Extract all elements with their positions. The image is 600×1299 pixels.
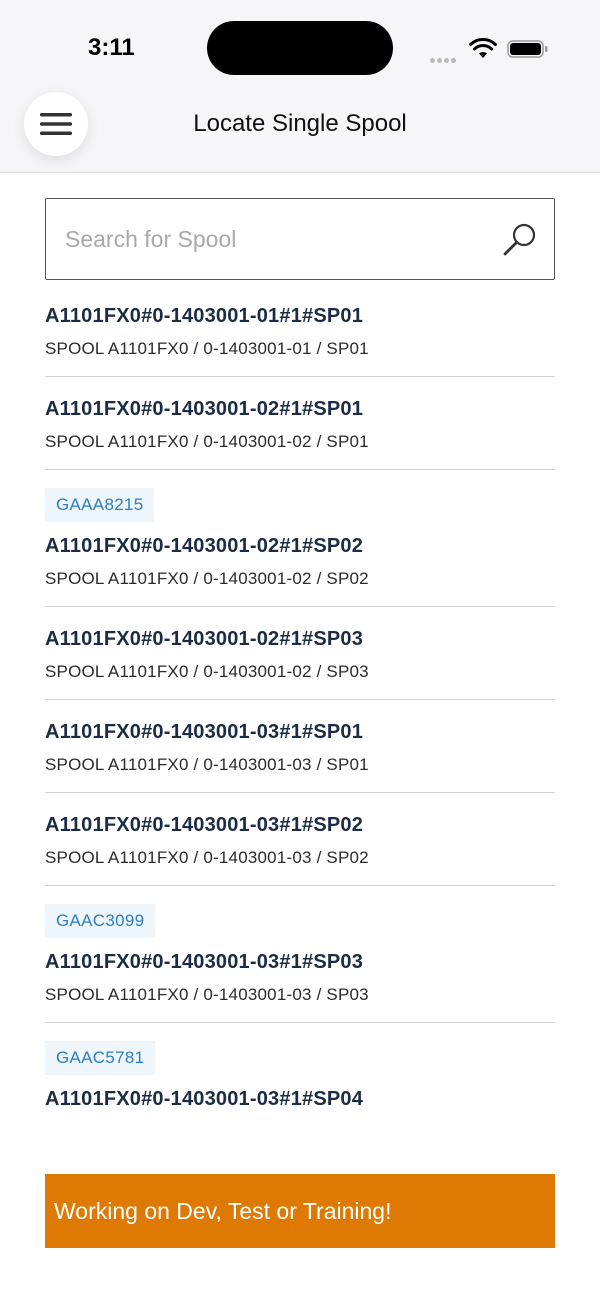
app-header: Locate Single Spool — [0, 90, 600, 173]
spool-list-item[interactable]: A1101FX0#0-1403001-02#1#SP01 SPOOL A1101F… — [45, 377, 555, 470]
spool-id: A1101FX0#0-1403001-03#1#SP01 — [45, 721, 364, 743]
search-input[interactable] — [63, 219, 487, 259]
spool-id: A1101FX0#0-1403001-03#1#SP04 — [45, 1088, 364, 1110]
spool-id: A1101FX0#0-1403001-02#1#SP01 — [45, 398, 364, 420]
spool-list-item[interactable]: A1101FX0#0-1403001-03#1#SP01 SPOOL A1101F… — [45, 700, 555, 793]
spool-list-item[interactable]: A1101FX0#0-1403001-03#1#SP02 SPOOL A1101F… — [45, 793, 555, 886]
page-title: Locate Single Spool — [193, 110, 407, 137]
spool-description: SPOOL A1101FX0 / 0-1403001-02 / SP03 — [45, 662, 369, 681]
spool-description: SPOOL A1101FX0 / 0-1403001-03 / SP01 — [45, 755, 369, 774]
spool-tag-badge: GAAC5781 — [45, 1041, 156, 1075]
spool-description: SPOOL A1101FX0 / 0-1403001-03 / SP02 — [45, 848, 369, 867]
status-time: 3:11 — [88, 34, 135, 61]
spool-list: A1101FX0#0-1403001-01#1#SP01 SPOOL A1101F… — [45, 284, 555, 1129]
spool-id: A1101FX0#0-1403001-02#1#SP03 — [45, 628, 364, 650]
spool-list-item[interactable]: GAAC3099 A1101FX0#0-1403001-03#1#SP03 SPOO… — [45, 886, 555, 1023]
search-icon[interactable] — [502, 221, 538, 257]
spool-id: A1101FX0#0-1403001-02#1#SP02 — [45, 535, 364, 557]
spool-id: A1101FX0#0-1403001-01#1#SP01 — [45, 305, 364, 327]
spool-id: A1101FX0#0-1403001-03#1#SP02 — [45, 814, 364, 836]
spool-tag-badge: GAAA8215 — [45, 488, 155, 522]
spool-list-item[interactable]: GAAC5781 A1101FX0#0-1403001-03#1#SP04 — [45, 1023, 555, 1129]
spool-description: SPOOL A1101FX0 / 0-1403001-02 / SP01 — [45, 432, 369, 451]
wifi-icon — [469, 38, 497, 58]
spool-description: SPOOL A1101FX0 / 0-1403001-02 / SP02 — [45, 569, 369, 588]
spool-list-item[interactable]: GAAA8215 A1101FX0#0-1403001-02#1#SP02 SPOO… — [45, 470, 555, 607]
cellular-signal-icon — [430, 50, 458, 68]
spool-list-item[interactable]: A1101FX0#0-1403001-01#1#SP01 SPOOL A1101F… — [45, 284, 555, 377]
spool-tag-badge: GAAC3099 — [45, 904, 156, 938]
spool-description: SPOOL A1101FX0 / 0-1403001-03 / SP03 — [45, 985, 369, 1004]
spool-description: SPOOL A1101FX0 / 0-1403001-01 / SP01 — [45, 339, 369, 358]
search-box[interactable] — [45, 198, 555, 280]
battery-icon — [507, 40, 548, 58]
spool-list-item[interactable]: A1101FX0#0-1403001-02#1#SP03 SPOOL A1101F… — [45, 607, 555, 700]
environment-warning-banner: Working on Dev, Test or Training! — [45, 1174, 555, 1248]
dynamic-island — [207, 21, 393, 75]
status-bar: 3:11 — [0, 0, 600, 90]
spool-id: A1101FX0#0-1403001-03#1#SP03 — [45, 951, 364, 973]
